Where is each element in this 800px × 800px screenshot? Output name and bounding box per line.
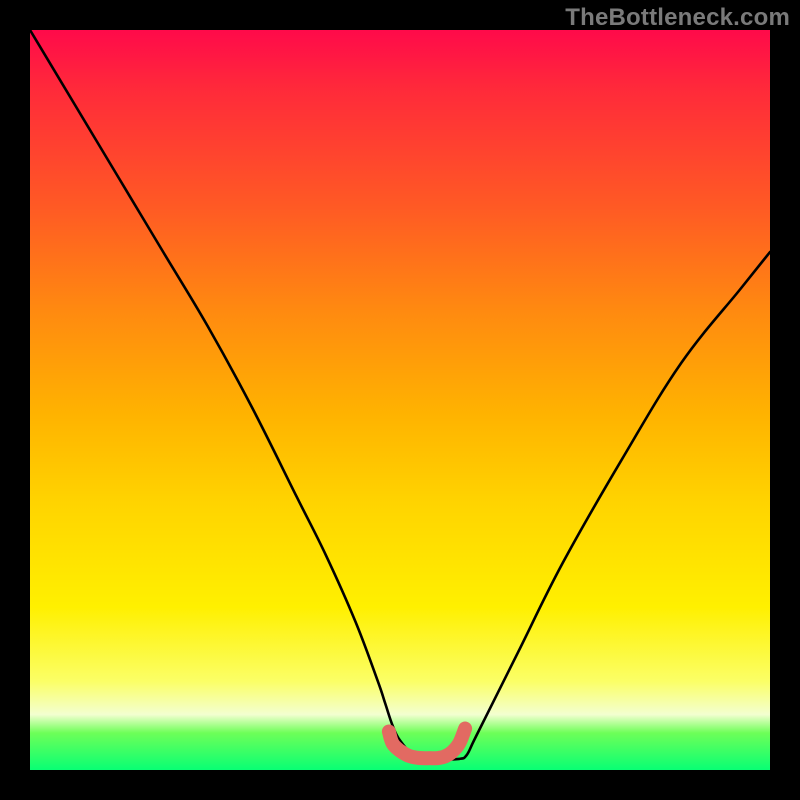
bottleneck-curve-path: [30, 30, 770, 759]
chart-frame: TheBottleneck.com: [0, 0, 800, 800]
chart-overlay: [30, 30, 770, 770]
watermark-text: TheBottleneck.com: [565, 4, 790, 32]
plot-area: [30, 30, 770, 770]
optimal-band-path: [389, 729, 465, 759]
